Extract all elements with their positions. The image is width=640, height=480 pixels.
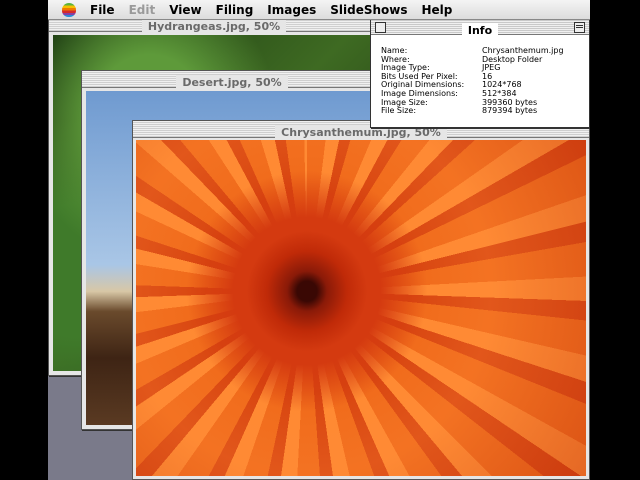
menu-images[interactable]: Images <box>267 3 316 17</box>
menu-slideshows[interactable]: SlideShows <box>330 3 407 17</box>
info-titlebar[interactable]: Info <box>371 19 589 38</box>
menu-edit[interactable]: Edit <box>129 3 156 17</box>
menu-filing[interactable]: Filing <box>216 3 254 17</box>
menu-help[interactable]: Help <box>422 3 453 17</box>
flower-shading <box>136 140 586 476</box>
window-title: Desert.jpg, 50% <box>176 75 288 91</box>
window-chrysanthemum[interactable]: Chrysanthemum.jpg, 50% <box>132 120 590 480</box>
window-titlebar[interactable]: Desert.jpg, 50% <box>82 71 382 91</box>
info-value: 879394 bytes <box>482 106 538 116</box>
apple-logo-icon[interactable] <box>62 2 76 17</box>
info-key: File Size: <box>381 106 417 116</box>
menu-bar: File Edit View Filing Images SlideShows … <box>48 0 590 20</box>
info-table: Name: Chrysanthemum.jpg Where: Desktop Fol… <box>381 46 564 116</box>
info-title: Info <box>461 23 499 38</box>
menu-file[interactable]: File <box>90 3 115 17</box>
info-window[interactable]: Info Name: Chrysanthemum.jpg Where: Deskto… <box>370 18 590 128</box>
image-chrysanthemum <box>136 140 586 476</box>
window-title: Hydrangeas.jpg, 50% <box>141 19 287 35</box>
desktop: File Edit View Filing Images SlideShows … <box>48 0 590 480</box>
info-row: File Size: 879394 bytes <box>381 107 564 116</box>
menu-view[interactable]: View <box>169 3 201 17</box>
collapse-box-icon[interactable] <box>574 22 585 33</box>
close-box-icon[interactable] <box>375 22 386 33</box>
